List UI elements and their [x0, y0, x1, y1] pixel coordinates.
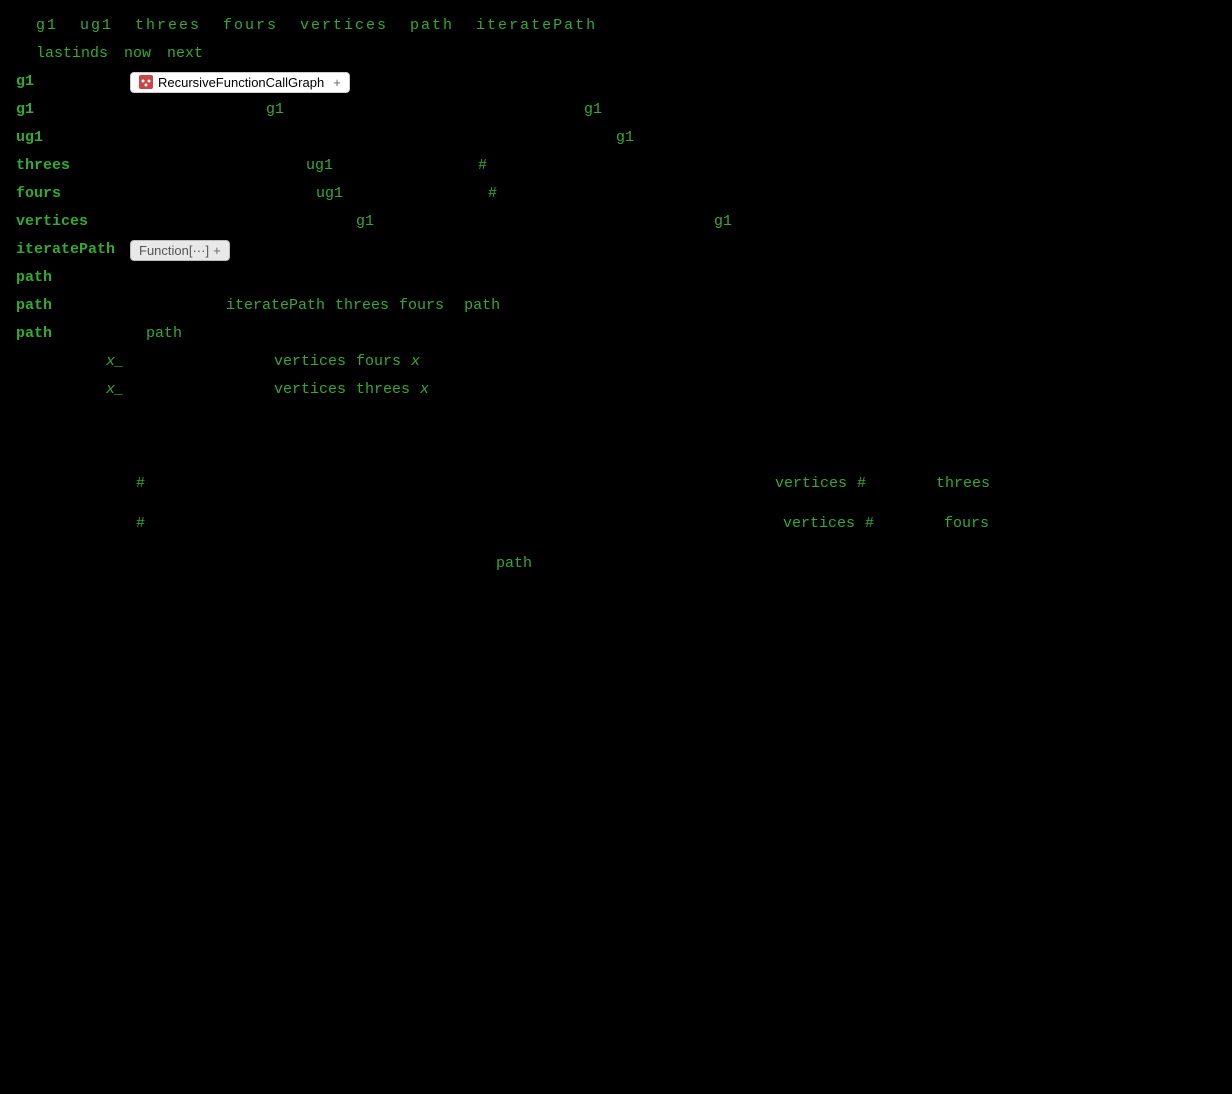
bottom-line2: # vertices # fours [16, 504, 1216, 544]
path-data-label: path [16, 292, 126, 320]
g1-label: g1 [16, 68, 126, 96]
header-controls: lastinds now next [16, 40, 1216, 68]
path-path: path [464, 292, 500, 320]
vertices-g1a: g1 [356, 208, 374, 236]
vertices-row: vertices g1 g1 [16, 208, 1216, 236]
x1-x: x [411, 348, 420, 376]
x2-vertices: vertices [274, 376, 346, 404]
path-data-row: path iteratePath threes fours path [16, 292, 1216, 320]
path-path-row: path path [16, 320, 1216, 348]
lastinds-label: lastinds [36, 40, 108, 68]
header-variables: g1 ug1 threes fours vertices path iterat… [16, 12, 1216, 40]
fours-label: fours [16, 180, 126, 208]
bottom-hash1: # [136, 470, 145, 498]
header-vars-text: g1 ug1 threes fours vertices path iterat… [36, 12, 597, 40]
threes-row: threes ug1 # [16, 152, 1216, 180]
g1-data-label: g1 [16, 96, 126, 124]
path-sub-label: path [146, 320, 182, 348]
vertices-label: vertices [16, 208, 126, 236]
bottom-hash4: # [865, 510, 874, 538]
path-fours: fours [399, 292, 444, 320]
x1-var: x_ [106, 348, 124, 376]
x2-threes: threes [356, 376, 410, 404]
vertices-g1b: g1 [714, 208, 732, 236]
threes-ug1: ug1 [306, 152, 333, 180]
bottom-threes: threes [936, 470, 990, 498]
x2-var: x_ [106, 376, 124, 404]
g1-col1: g1 [266, 96, 284, 124]
path-threes: threes [335, 292, 389, 320]
iteratepath-row: iteratePath Function[···] + [16, 236, 1216, 264]
bottom-line1: # vertices # threes [16, 464, 1216, 504]
path-empty-label: path [16, 264, 126, 292]
function-label: Function[···] [139, 243, 209, 258]
ug1-row: ug1 g1 [16, 124, 1216, 152]
now-label: now [124, 40, 151, 68]
x1-fours: fours [356, 348, 401, 376]
x2-x: x [420, 376, 429, 404]
rfcg-plus-icon: + [333, 75, 341, 90]
function-button[interactable]: Function[···] + [130, 240, 230, 261]
next-label: next [167, 40, 203, 68]
x2-row: x_ vertices threes x [16, 376, 1216, 404]
fours-hash: # [488, 180, 497, 208]
function-plus-icon: + [213, 243, 221, 258]
x1-row: x_ vertices fours x [16, 348, 1216, 376]
iteratepath-label: iteratePath [16, 236, 126, 264]
path-path-label: path [16, 320, 126, 348]
path-iteratepath: iteratePath [226, 292, 325, 320]
bottom-hash3: # [136, 510, 145, 538]
g1-row: g1 RecursiveFunctionCallGraph + [16, 68, 1216, 96]
bottom-hash2: # [857, 470, 866, 498]
bottom-line3: path [16, 544, 1216, 584]
bottom-vertices1: vertices [775, 470, 847, 498]
threes-hash: # [478, 152, 487, 180]
bottom-vertices2: vertices [783, 510, 855, 538]
ug1-col1: g1 [616, 124, 634, 152]
fours-ug1: ug1 [316, 180, 343, 208]
x1-vertices: vertices [274, 348, 346, 376]
g1-col2: g1 [584, 96, 602, 124]
bottom-fours: fours [944, 510, 989, 538]
rfcg-icon [139, 75, 153, 89]
g1-data-row: g1 g1 g1 [16, 96, 1216, 124]
rfcg-button[interactable]: RecursiveFunctionCallGraph + [130, 72, 350, 93]
bottom-path: path [496, 550, 532, 578]
main-container: g1 ug1 threes fours vertices path iterat… [0, 0, 1232, 1094]
path-empty-row: path [16, 264, 1216, 292]
ug1-label: ug1 [16, 124, 126, 152]
fours-row: fours ug1 # [16, 180, 1216, 208]
threes-label: threes [16, 152, 126, 180]
rfcg-label: RecursiveFunctionCallGraph [158, 75, 324, 90]
